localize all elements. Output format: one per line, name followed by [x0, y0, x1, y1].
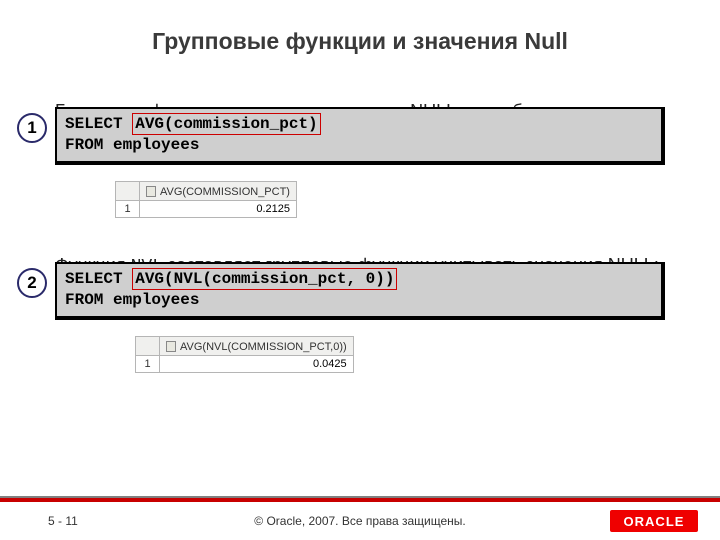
row-number: 1 — [136, 356, 160, 373]
result-header-text: AVG(COMMISSION_PCT) — [160, 186, 290, 198]
row-header-blank — [136, 337, 160, 356]
code-line: FROM employees — [65, 135, 653, 155]
result-grid-1: AVG(COMMISSION_PCT) 1 0.2125 — [115, 181, 297, 218]
code-block-1: SELECT AVG(commission_pct) FROM employee… — [55, 107, 665, 165]
code-block-1-row: 1 SELECT AVG(commission_pct) FROM employ… — [55, 107, 665, 165]
step-number-1: 1 — [17, 113, 47, 143]
sql-keyword-select: SELECT — [65, 115, 132, 133]
sql-keyword-select: SELECT — [65, 270, 132, 288]
slide: Групповые функции и значения Null Группо… — [0, 0, 720, 540]
slide-body: Групповые функции игнорируют значения NU… — [55, 100, 665, 373]
slide-title: Групповые функции и значения Null — [0, 0, 720, 55]
highlight-avg-nvl: AVG(NVL(commission_pct, 0)) — [132, 268, 397, 290]
code-line: SELECT AVG(commission_pct) — [65, 113, 653, 135]
code-line: FROM employees — [65, 290, 653, 310]
oracle-logo: ORACLE — [610, 510, 698, 532]
result-column-header: AVG(NVL(COMMISSION_PCT,0)) — [160, 337, 354, 356]
code-block-2: SELECT AVG(NVL(commission_pct, 0)) FROM … — [55, 262, 665, 320]
result-cell: 0.2125 — [140, 200, 297, 217]
row-number: 1 — [116, 200, 140, 217]
footer-divider — [0, 498, 720, 502]
code-line: SELECT AVG(NVL(commission_pct, 0)) — [65, 268, 653, 290]
result-column-header: AVG(COMMISSION_PCT) — [140, 181, 297, 200]
result-cell: 0.0425 — [160, 356, 354, 373]
result-header-text: AVG(NVL(COMMISSION_PCT,0)) — [180, 341, 347, 353]
row-header-blank — [116, 181, 140, 200]
column-icon — [146, 186, 156, 197]
step-number-2: 2 — [17, 268, 47, 298]
column-icon — [166, 341, 176, 352]
code-block-2-row: 2 SELECT AVG(NVL(commission_pct, 0)) FRO… — [55, 262, 665, 320]
highlight-avg: AVG(commission_pct) — [132, 113, 320, 135]
result-grid-2: AVG(NVL(COMMISSION_PCT,0)) 1 0.0425 — [135, 336, 354, 373]
